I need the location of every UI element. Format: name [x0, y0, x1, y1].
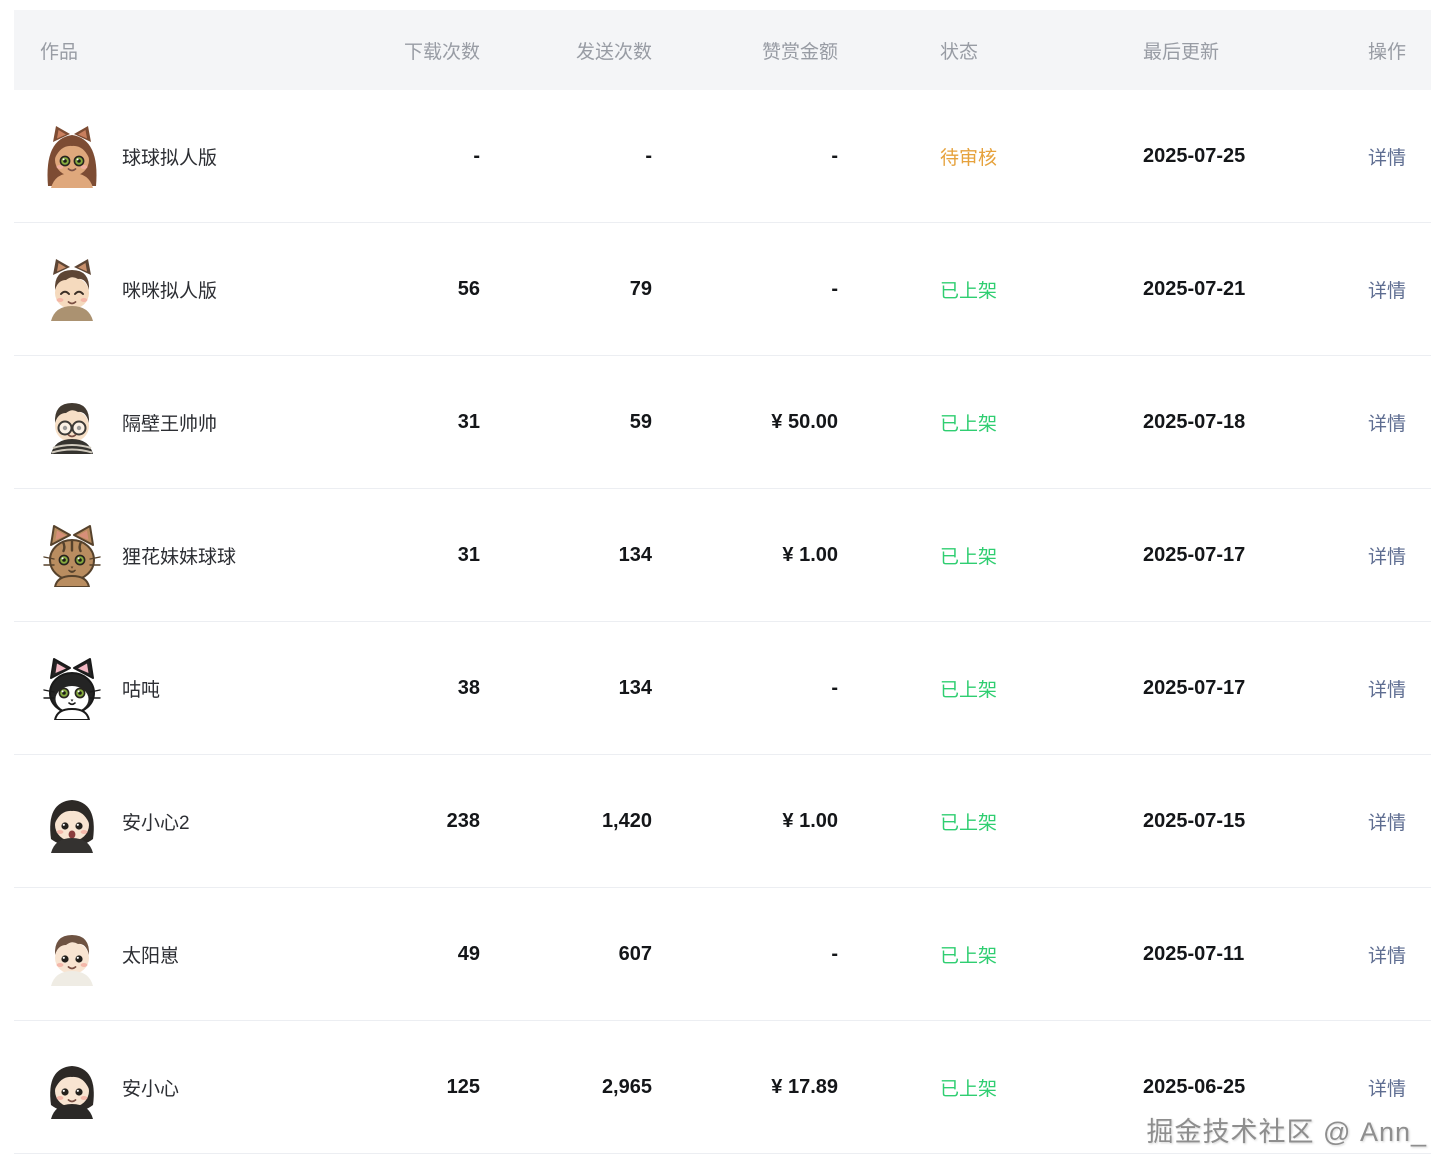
- boy-cat-ears-avatar: [40, 257, 104, 321]
- bob-girl-black-shirt-avatar: [40, 1055, 104, 1119]
- table-row: 球球拟人版 - - - 待审核 2025-07-25 详情: [14, 90, 1431, 223]
- sends-cell: 2,965: [484, 1076, 656, 1099]
- status-badge: 已上架: [940, 547, 997, 568]
- work-cell: 球球拟人版: [14, 124, 374, 188]
- watermark: 掘金技术社区 @ Ann_: [1147, 1110, 1427, 1149]
- table-row: 隔壁王帅帅 31 59 ¥ 50.00 已上架 2025-07-18 详情: [14, 356, 1431, 489]
- work-name: 安小心2: [122, 808, 190, 835]
- table-body: 球球拟人版 - - - 待审核 2025-07-25 详情 咪咪拟人版 56 7…: [14, 90, 1431, 1154]
- work-cell: 太阳崽: [14, 922, 374, 986]
- table-row: 安小心2 238 1,420 ¥ 1.00 已上架 2025-07-15 详情: [14, 755, 1431, 888]
- details-link[interactable]: 详情: [1368, 1079, 1406, 1100]
- last-updated-cell: 2025-07-25: [1143, 145, 1368, 168]
- bob-girl-black-shirt-avatar: [40, 1055, 104, 1119]
- work-name: 狸花妹妹球球: [122, 542, 236, 569]
- work-cell: 狸花妹妹球球: [14, 523, 374, 587]
- tip-amount-cell: ¥ 1.00: [656, 544, 846, 567]
- downloads-cell: 31: [374, 544, 484, 567]
- last-updated-cell: 2025-07-21: [1143, 278, 1368, 301]
- last-updated-cell: 2025-07-17: [1143, 677, 1368, 700]
- details-link[interactable]: 详情: [1368, 148, 1406, 169]
- details-link[interactable]: 详情: [1368, 281, 1406, 302]
- bob-girl-avatar: [40, 789, 104, 853]
- status-badge: 已上架: [940, 1079, 997, 1100]
- tip-amount-cell: ¥ 17.89: [656, 1076, 846, 1099]
- bob-girl-avatar: [40, 789, 104, 853]
- status-badge: 已上架: [940, 680, 997, 701]
- col-header-status: 状态: [846, 37, 1143, 64]
- work-name: 咕吨: [122, 675, 160, 702]
- downloads-cell: 56: [374, 278, 484, 301]
- sends-cell: -: [484, 145, 656, 168]
- work-name: 安小心: [122, 1074, 179, 1101]
- work-name: 咪咪拟人版: [122, 276, 217, 303]
- work-name: 球球拟人版: [122, 143, 217, 170]
- last-updated-cell: 2025-07-15: [1143, 810, 1368, 833]
- last-updated-cell: 2025-07-11: [1143, 943, 1368, 966]
- last-updated-cell: 2025-07-17: [1143, 544, 1368, 567]
- girl-cat-ears-avatar: [40, 124, 104, 188]
- work-cell: 咕吨: [14, 656, 374, 720]
- details-link[interactable]: 详情: [1368, 547, 1406, 568]
- last-updated-cell: 2025-06-25: [1143, 1076, 1368, 1099]
- table-row: 咪咪拟人版 56 79 - 已上架 2025-07-21 详情: [14, 223, 1431, 356]
- work-cell: 安小心2: [14, 789, 374, 853]
- last-updated-cell: 2025-07-18: [1143, 411, 1368, 434]
- details-link[interactable]: 详情: [1368, 680, 1406, 701]
- work-cell: 咪咪拟人版: [14, 257, 374, 321]
- details-link[interactable]: 详情: [1368, 813, 1406, 834]
- downloads-cell: 238: [374, 810, 484, 833]
- status-badge: 已上架: [940, 813, 997, 834]
- tip-amount-cell: -: [656, 145, 846, 168]
- tip-amount-cell: -: [656, 943, 846, 966]
- col-header-downloads: 下载次数: [374, 37, 484, 64]
- details-link[interactable]: 详情: [1368, 414, 1406, 435]
- col-header-tip-amount: 赞赏金额: [656, 37, 846, 64]
- sends-cell: 79: [484, 278, 656, 301]
- work-cell: 安小心: [14, 1055, 374, 1119]
- downloads-cell: 31: [374, 411, 484, 434]
- tabby-cat-avatar: [40, 523, 104, 587]
- work-name: 隔壁王帅帅: [122, 409, 217, 436]
- tabby-cat-avatar: [40, 523, 104, 587]
- downloads-cell: 125: [374, 1076, 484, 1099]
- boy-avatar: [40, 922, 104, 986]
- table-header-row: 作品 下载次数 发送次数 赞赏金额 状态 最后更新 操作: [14, 10, 1431, 90]
- col-header-sends: 发送次数: [484, 37, 656, 64]
- girl-cat-ears-avatar: [40, 124, 104, 188]
- tip-amount-cell: -: [656, 278, 846, 301]
- boy-avatar: [40, 922, 104, 986]
- details-link[interactable]: 详情: [1368, 946, 1406, 967]
- work-cell: 隔壁王帅帅: [14, 390, 374, 454]
- status-badge: 已上架: [940, 281, 997, 302]
- status-badge: 已上架: [940, 946, 997, 967]
- work-name: 太阳崽: [122, 941, 179, 968]
- col-header-work: 作品: [14, 37, 374, 64]
- sends-cell: 1,420: [484, 810, 656, 833]
- tuxedo-cat-avatar: [40, 656, 104, 720]
- man-glasses-avatar: [40, 390, 104, 454]
- sends-cell: 607: [484, 943, 656, 966]
- table-row: 咕吨 38 134 - 已上架 2025-07-17 详情: [14, 622, 1431, 755]
- downloads-cell: 49: [374, 943, 484, 966]
- downloads-cell: 38: [374, 677, 484, 700]
- boy-cat-ears-avatar: [40, 257, 104, 321]
- works-table: 作品 下载次数 发送次数 赞赏金额 状态 最后更新 操作 球球拟人版 - - -…: [14, 10, 1431, 1154]
- sends-cell: 134: [484, 544, 656, 567]
- tip-amount-cell: ¥ 50.00: [656, 411, 846, 434]
- status-badge: 已上架: [940, 414, 997, 435]
- downloads-cell: -: [374, 145, 484, 168]
- man-glasses-avatar: [40, 390, 104, 454]
- table-row: 太阳崽 49 607 - 已上架 2025-07-11 详情: [14, 888, 1431, 1021]
- table-row: 狸花妹妹球球 31 134 ¥ 1.00 已上架 2025-07-17 详情: [14, 489, 1431, 622]
- tuxedo-cat-avatar: [40, 656, 104, 720]
- col-header-actions: 操作: [1368, 37, 1431, 64]
- status-badge: 待审核: [940, 148, 997, 169]
- sends-cell: 59: [484, 411, 656, 434]
- col-header-last-updated: 最后更新: [1143, 37, 1368, 64]
- tip-amount-cell: ¥ 1.00: [656, 810, 846, 833]
- tip-amount-cell: -: [656, 677, 846, 700]
- sends-cell: 134: [484, 677, 656, 700]
